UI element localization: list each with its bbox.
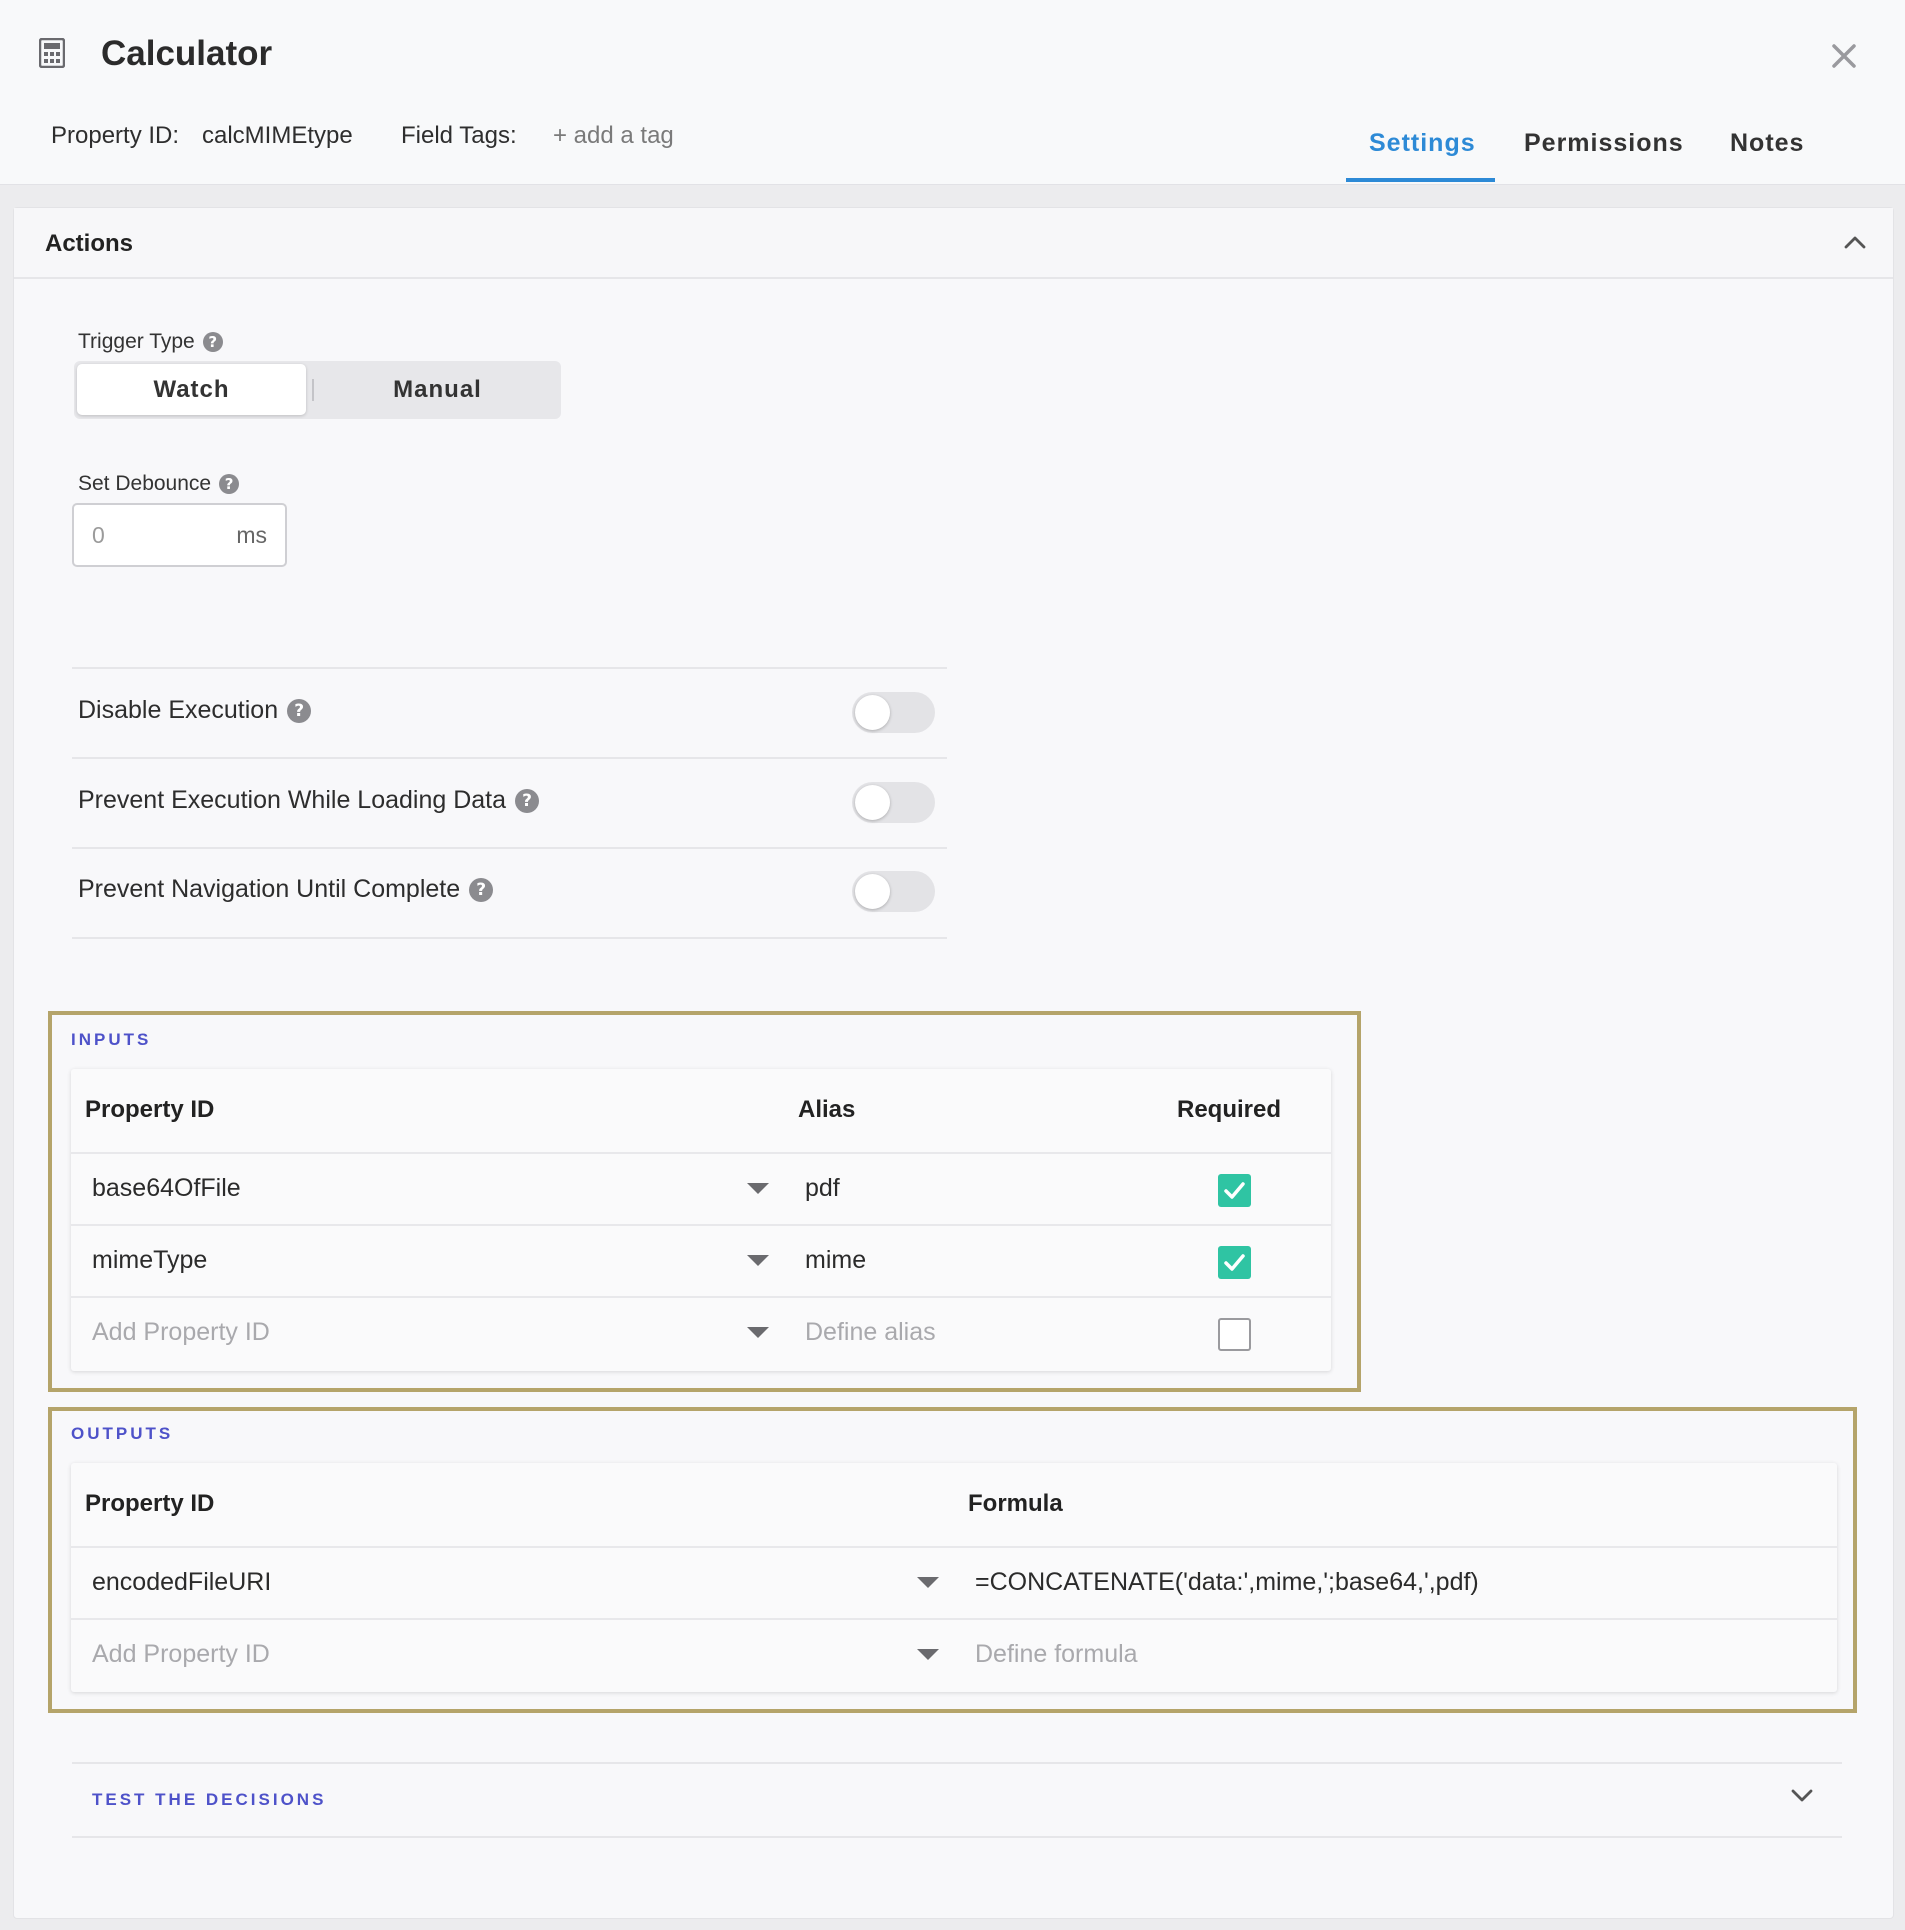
output-formula-field[interactable]: =CONCATENATE('data:',mime,';base64,',pdf…	[975, 1568, 1479, 1597]
input-property-select[interactable]: base64OfFile	[92, 1174, 241, 1203]
inputs-col-alias: Alias	[798, 1096, 856, 1123]
property-id-value: calcMIMEtype	[202, 122, 353, 149]
outputs-title: OUTPUTS	[71, 1424, 174, 1443]
actions-title: Actions	[45, 230, 134, 257]
set-debounce-text: Set Debounce	[78, 472, 212, 495]
dropdown-caret-icon[interactable]	[747, 1327, 769, 1338]
toggle-knob	[855, 695, 890, 730]
add-tag-link[interactable]: + add a tag	[553, 122, 674, 150]
page-title: Calculator	[101, 34, 273, 73]
dropdown-caret-icon[interactable]	[917, 1577, 939, 1588]
help-icon[interactable]: ?	[287, 698, 312, 723]
divider	[72, 667, 947, 669]
set-debounce-label: Set Debounce ?	[78, 472, 240, 496]
help-icon[interactable]: ?	[515, 788, 540, 813]
dropdown-caret-icon[interactable]	[747, 1183, 769, 1194]
prevent-navigation-text: Prevent Navigation Until Complete	[78, 875, 461, 903]
modal-header: Calculator Property ID: calcMIMEtype Fie…	[0, 0, 1905, 185]
toggle-knob	[855, 785, 890, 820]
prevent-navigation-toggle[interactable]	[852, 871, 935, 912]
trigger-manual-button[interactable]: Manual	[314, 361, 561, 419]
dropdown-caret-icon[interactable]	[917, 1649, 939, 1660]
test-decisions-toggle[interactable]: TEST THE DECISIONS	[92, 1790, 326, 1810]
required-checkbox[interactable]	[1218, 1174, 1251, 1207]
chevron-up-icon[interactable]	[1843, 232, 1867, 252]
inputs-table: Property ID Alias Required base64OfFile …	[71, 1069, 1331, 1371]
property-id-label: Property ID:	[51, 122, 180, 149]
toggle-knob	[855, 874, 890, 909]
trigger-type-toggle: Watch Manual	[74, 361, 561, 419]
debounce-unit: ms	[236, 522, 267, 548]
table-row: encodedFileURI =CONCATENATE('data:',mime…	[71, 1546, 1837, 1618]
required-checkbox[interactable]	[1218, 1318, 1251, 1351]
tab-notes[interactable]: Notes	[1730, 129, 1804, 158]
input-property-select[interactable]: mimeType	[92, 1246, 207, 1275]
active-tab-indicator	[1346, 178, 1495, 182]
input-alias-field[interactable]: mime	[805, 1246, 866, 1275]
trigger-watch-button[interactable]: Watch	[77, 364, 306, 415]
trigger-type-label: Trigger Type ?	[78, 330, 223, 354]
dropdown-caret-icon[interactable]	[747, 1255, 769, 1266]
help-icon[interactable]: ?	[219, 474, 240, 494]
debounce-value[interactable]: 0	[92, 522, 105, 549]
table-row-new: Add Property ID Define alias	[71, 1296, 1331, 1368]
prevent-execution-loading-text: Prevent Execution While Loading Data	[78, 786, 507, 814]
help-icon[interactable]: ?	[202, 332, 223, 352]
prevent-execution-loading-toggle[interactable]	[852, 782, 935, 823]
define-formula-field[interactable]: Define formula	[975, 1640, 1138, 1669]
inputs-col-required: Required	[1177, 1096, 1282, 1123]
required-checkbox[interactable]	[1218, 1246, 1251, 1279]
prevent-execution-loading-label: Prevent Execution While Loading Data ?	[78, 786, 540, 815]
disable-execution-toggle[interactable]	[852, 692, 935, 733]
add-property-select[interactable]: Add Property ID	[92, 1318, 270, 1347]
divider	[72, 847, 947, 849]
tab-permissions[interactable]: Permissions	[1524, 129, 1684, 158]
outputs-col-formula: Formula	[968, 1490, 1063, 1517]
outputs-col-property-id: Property ID	[85, 1490, 215, 1517]
table-row: base64OfFile pdf	[71, 1152, 1331, 1224]
define-alias-field[interactable]: Define alias	[805, 1318, 936, 1347]
debounce-input[interactable]: 0 ms	[72, 503, 287, 567]
output-property-select[interactable]: encodedFileURI	[92, 1568, 271, 1597]
calculator-icon	[39, 38, 65, 68]
trigger-type-text: Trigger Type	[78, 330, 195, 353]
divider	[72, 757, 947, 759]
add-property-select[interactable]: Add Property ID	[92, 1640, 270, 1669]
disable-execution-text: Disable Execution	[78, 696, 279, 724]
close-icon[interactable]	[1826, 38, 1862, 74]
inputs-col-property-id: Property ID	[85, 1096, 215, 1123]
prevent-navigation-label: Prevent Navigation Until Complete ?	[78, 875, 494, 904]
disable-execution-label: Disable Execution ?	[78, 696, 312, 725]
table-row: mimeType mime	[71, 1224, 1331, 1296]
field-tags-label: Field Tags:	[401, 122, 517, 149]
outputs-table: Property ID Formula encodedFileURI =CONC…	[71, 1463, 1837, 1692]
chevron-down-icon[interactable]	[1790, 1785, 1814, 1805]
tab-settings[interactable]: Settings	[1369, 129, 1476, 158]
input-alias-field[interactable]: pdf	[805, 1174, 840, 1203]
divider	[72, 937, 947, 939]
divider	[72, 1836, 1842, 1838]
divider	[72, 1762, 1842, 1764]
inputs-title: INPUTS	[71, 1030, 152, 1049]
table-row-new: Add Property ID Define formula	[71, 1618, 1837, 1690]
help-icon[interactable]: ?	[469, 877, 494, 902]
actions-panel-header[interactable]: Actions	[14, 208, 1893, 279]
